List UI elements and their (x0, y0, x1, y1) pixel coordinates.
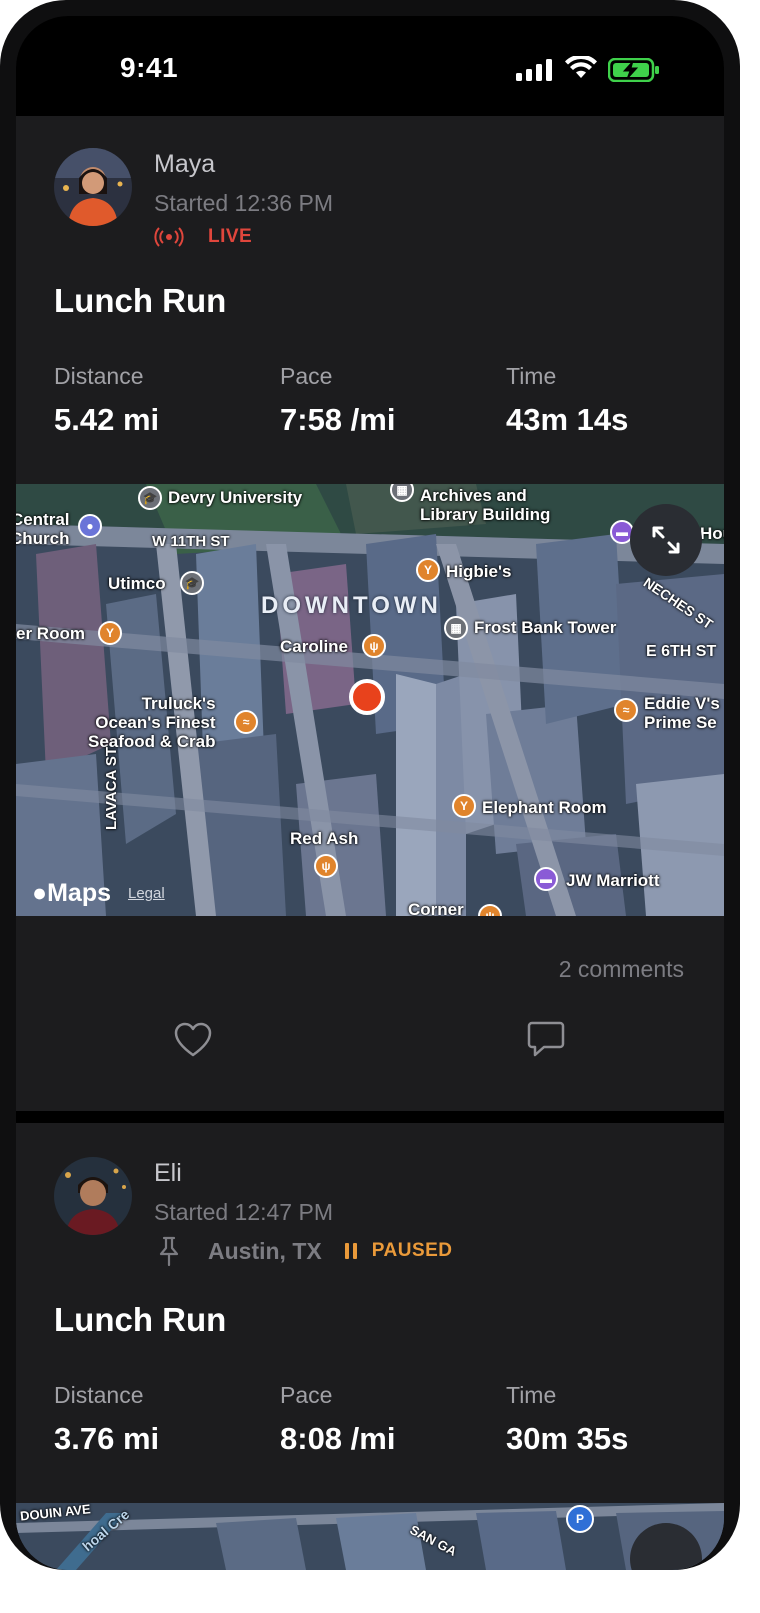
heart-icon (174, 1022, 212, 1057)
pin-icon (159, 1236, 179, 1267)
user-name[interactable]: Eli (154, 1159, 182, 1188)
map-place-label[interactable]: Devry University (168, 488, 302, 507)
legal-link[interactable]: Legal (128, 885, 165, 902)
expand-icon (652, 526, 680, 554)
stat-label-pace: Pace (280, 1382, 333, 1408)
live-status: LIVE (154, 226, 252, 248)
started-time: Started 12:47 PM (154, 1199, 333, 1225)
live-badge: LIVE (208, 226, 253, 247)
screen: 9:41 Maya Started 12:36 PM LIVE Lunch Ru… (16, 16, 724, 1570)
avatar[interactable] (54, 148, 132, 226)
stat-label-distance: Distance (54, 1382, 144, 1408)
activity-map[interactable]: DOWNTOWN 🎓 Devry University ▦ Archives a… (16, 484, 724, 916)
street-label: W 11TH ST (152, 533, 230, 550)
comments-count[interactable]: 2 comments (559, 956, 684, 983)
avatar[interactable] (54, 1157, 132, 1235)
map-place-label[interactable]: Red Ash (290, 829, 358, 848)
bed-icon[interactable]: ▬ (534, 867, 558, 891)
map-place-label[interactable]: Archives and Library Building (420, 486, 550, 524)
activity-map[interactable]: DOUIN AVE hoal Cre SAN GA P (16, 1503, 724, 1570)
comment-icon (527, 1021, 565, 1057)
cocktail-icon[interactable]: Y (416, 558, 440, 582)
activity-title: Lunch Run (54, 1301, 227, 1338)
started-time: Started 12:36 PM (154, 190, 333, 216)
stat-label-distance: Distance (54, 363, 144, 389)
fork-knife-icon[interactable]: ψ (362, 634, 386, 658)
stat-value-pace: 8:08 /mi (280, 1421, 396, 1456)
cocktail-icon[interactable]: Y (98, 621, 122, 645)
expand-map-button[interactable] (630, 504, 702, 576)
paused-badge: PAUSED (371, 1240, 453, 1261)
live-location-marker (349, 679, 385, 715)
maps-attribution: ●Maps (32, 879, 112, 907)
seafood-icon[interactable]: ≈ (234, 710, 258, 734)
like-button[interactable] (174, 1022, 212, 1063)
street-label: E 6TH ST (646, 643, 717, 660)
battery-charging-icon (608, 58, 659, 82)
stat-value-pace: 7:58 /mi (280, 402, 396, 437)
stat-value-distance: 5.42 mi (54, 402, 160, 437)
map-place-label[interactable]: JW Marriott (566, 871, 660, 890)
comment-button[interactable] (526, 1020, 566, 1063)
broadcast-icon (154, 227, 184, 247)
church-icon[interactable]: ● (78, 514, 102, 538)
map-place-label[interactable]: Higbie's (446, 562, 511, 581)
map-place-label[interactable]: Eddie V's Prime Se (644, 694, 720, 732)
location-label: Austin, TX (208, 1237, 322, 1264)
graduation-cap-icon[interactable]: 🎓 (138, 486, 162, 510)
status-bar: 9:41 (16, 16, 724, 116)
cocktail-icon[interactable]: Y (452, 794, 476, 818)
map-place-label[interactable]: er Room (16, 624, 85, 643)
map-place-label[interactable]: Hou (700, 524, 724, 543)
seafood-icon[interactable]: ≈ (614, 698, 638, 722)
map-place-label[interactable]: Central Church (16, 510, 70, 548)
user-name[interactable]: Maya (154, 150, 215, 179)
stat-label-time: Time (506, 363, 557, 389)
cellular-signal-icon (516, 59, 552, 81)
status-row: Austin, TX PAUSED (154, 1235, 453, 1267)
status-time: 9:41 (120, 52, 179, 83)
stat-value-time: 43m 14s (506, 402, 629, 437)
activity-card-maya[interactable]: Maya Started 12:36 PM LIVE Lunch Run Dis… (16, 116, 724, 1111)
street-label: LAVACA ST (103, 746, 120, 830)
fork-knife-icon[interactable]: ψ (314, 854, 338, 878)
stat-label-pace: Pace (280, 363, 333, 389)
map-place-label[interactable]: Frost Bank Tower (474, 618, 616, 637)
stat-label-time: Time (506, 1382, 557, 1408)
building-icon[interactable]: ▦ (444, 616, 468, 640)
stat-value-distance: 3.76 mi (54, 1421, 160, 1456)
feed-divider (16, 1111, 724, 1123)
graduation-cap-icon[interactable]: 🎓 (180, 571, 204, 595)
wifi-icon (565, 56, 597, 78)
parking-icon[interactable]: P (566, 1505, 594, 1533)
map-place-label[interactable]: Elephant Room (482, 798, 607, 817)
activity-title: Lunch Run (54, 282, 227, 319)
map-place-label[interactable]: Corner (408, 900, 464, 916)
phone-frame: 9:41 Maya Started 12:36 PM LIVE Lunch Ru… (0, 0, 740, 1570)
apple-logo-icon: ● (32, 879, 48, 907)
pause-icon (344, 1243, 357, 1259)
map-place-label[interactable]: Truluck's Ocean's Finest Seafood & Crab (88, 694, 216, 751)
activity-card-eli[interactable]: Eli Started 12:47 PM Austin, TX PAUSED L… (16, 1123, 724, 1570)
map-area-label: DOWNTOWN (261, 592, 442, 619)
map-place-label[interactable]: Caroline (280, 637, 348, 656)
map-place-label[interactable]: Utimco (108, 574, 166, 593)
stat-value-time: 30m 35s (506, 1421, 629, 1456)
